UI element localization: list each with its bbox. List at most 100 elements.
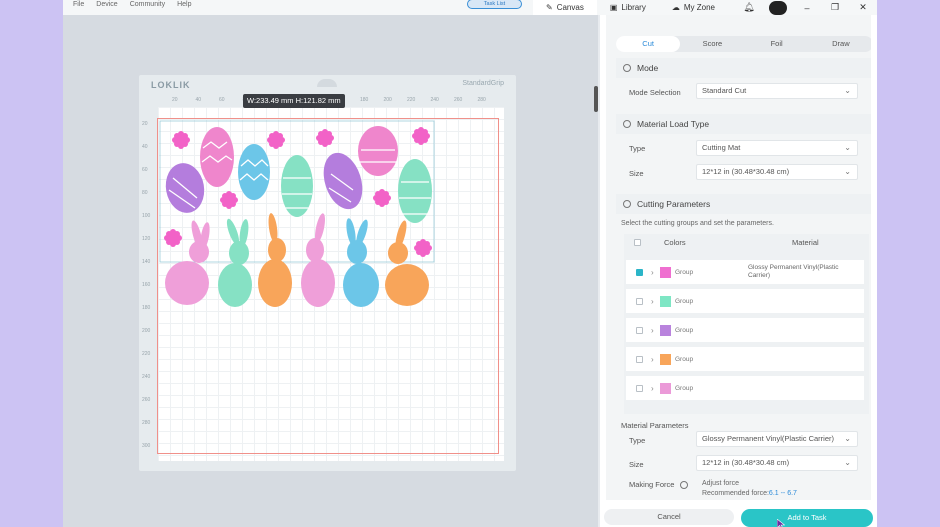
ruler-tick-label: 80 <box>142 190 148 196</box>
flower-3 <box>316 129 334 147</box>
mat-logo: LOKLIK <box>151 80 191 90</box>
panel-scroll-area[interactable]: Cut Score Foil Draw Mode Mode Selection … <box>606 15 871 500</box>
egg-pink-2 <box>358 126 398 176</box>
tab-my-zone-label: My Zone <box>683 3 715 12</box>
tab-my-zone[interactable]: ☁ My Zone <box>659 0 728 15</box>
color-swatch <box>660 295 671 307</box>
group-label: Group <box>675 384 694 392</box>
ruler-tick-label: 20 <box>172 97 178 103</box>
tab-canvas[interactable]: ✎ Canvas <box>533 0 597 15</box>
tab-cut[interactable]: Cut <box>616 36 681 52</box>
table-row[interactable]: › Group Glossy Permanent Vinyl(Plastic C… <box>626 260 864 284</box>
group-label: Group <box>675 268 694 276</box>
ruler-tick-label: 100 <box>142 213 151 219</box>
row-checkbox[interactable] <box>636 297 643 305</box>
avatar[interactable] <box>769 0 787 15</box>
chevron-down-icon: ⌄ <box>844 434 851 443</box>
mp-size-dropdown[interactable]: 12*12 in (30.48*30.48 cm) ⌄ <box>696 455 858 471</box>
row-checkbox[interactable] <box>636 384 643 392</box>
ruler-tick-label: 200 <box>142 328 151 334</box>
select-all-checkbox[interactable] <box>634 239 641 246</box>
tab-score[interactable]: Score <box>680 36 744 52</box>
minimize-icon[interactable]: – <box>793 3 821 13</box>
bell-icon[interactable]: 🔔︎ <box>735 2 763 13</box>
top-bar: File Device Community Help Task List ✎ C… <box>63 0 877 15</box>
bunny-orange <box>258 213 292 307</box>
ruler-tick-label: 40 <box>142 144 148 150</box>
chevron-down-icon: ⌄ <box>844 86 851 95</box>
menu-device[interactable]: Device <box>96 0 117 9</box>
tab-library-label: Library <box>621 3 646 12</box>
load-type-dropdown[interactable]: Cutting Mat ⌄ <box>696 140 858 156</box>
menu-file[interactable]: File <box>73 0 84 9</box>
table-row[interactable]: › Group <box>626 318 864 342</box>
ruler-tick-label: 180 <box>142 305 151 311</box>
main-nav: ✎ Canvas ▣ Library ☁ My Zone <box>533 0 728 15</box>
ruler-tick-label: 160 <box>142 282 151 288</box>
force-recommendation: Adjust force Recommended force:6.1 -- 6.… <box>702 479 797 499</box>
load-size-dropdown[interactable]: 12*12 in (30.48*30.48 cm) ⌄ <box>696 164 858 180</box>
chevron-right-icon[interactable]: › <box>651 297 654 306</box>
cancel-button[interactable]: Cancel <box>604 509 734 525</box>
cutting-groups-table: Colors Material › Group Glossy Permanent… <box>624 234 869 414</box>
ruler-tick-label: 60 <box>219 97 225 103</box>
task-list-button[interactable]: Task List <box>467 0 522 9</box>
mat-brand: StandardGrip <box>462 80 504 87</box>
row-material[interactable]: Glossy Permanent Vinyl(Plastic Carrier) <box>748 264 848 280</box>
col-colors: Colors <box>664 238 686 247</box>
chevron-right-icon[interactable]: › <box>651 384 654 393</box>
mp-size-value: 12*12 in (30.48*30.48 cm) <box>702 458 790 467</box>
load-size-value: 12*12 in (30.48*30.48 cm) <box>702 167 790 176</box>
cutting-parameters-header[interactable]: Cutting Parameters <box>616 194 871 214</box>
material-load-section-header[interactable]: Material Load Type <box>616 114 871 134</box>
recommended-label: Recommended force: <box>702 490 769 497</box>
tab-draw[interactable]: Draw <box>809 36 871 52</box>
menu-community[interactable]: Community <box>130 0 165 9</box>
material-load-title: Material Load Type <box>637 119 710 129</box>
color-swatch <box>660 353 671 365</box>
ruler-tick-label: 240 <box>142 374 151 380</box>
row-checkbox[interactable] <box>636 268 643 276</box>
ruler-tick-label: 280 <box>142 420 151 426</box>
info-icon <box>623 200 631 208</box>
color-swatch <box>660 324 671 336</box>
mat-notch <box>317 79 337 87</box>
tab-canvas-label: Canvas <box>556 3 584 12</box>
row-checkbox[interactable] <box>636 355 643 363</box>
menu-help[interactable]: Help <box>177 0 191 9</box>
chevron-right-icon[interactable]: › <box>651 355 654 364</box>
close-icon[interactable]: ✕ <box>849 2 877 13</box>
mp-type-label: Type <box>629 436 646 445</box>
easter-design[interactable] <box>155 118 440 310</box>
mode-section-header[interactable]: Mode <box>616 58 871 78</box>
table-row[interactable]: › Group <box>626 347 864 371</box>
group-label: Group <box>675 355 694 363</box>
tab-foil[interactable]: Foil <box>745 36 809 52</box>
mp-type-dropdown[interactable]: Glossy Permanent Vinyl(Plastic Carrier) … <box>696 431 858 447</box>
add-to-task-button[interactable]: Add to Task <box>741 509 873 527</box>
chevron-down-icon: ⌄ <box>844 167 851 176</box>
table-row[interactable]: › Group <box>626 376 864 400</box>
table-row[interactable]: › Group <box>626 289 864 313</box>
chevron-right-icon[interactable]: › <box>651 326 654 335</box>
my-zone-icon: ☁ <box>671 3 680 12</box>
adjust-force-label[interactable]: Adjust force <box>702 479 797 489</box>
mode-selection-value: Standard Cut <box>702 86 747 95</box>
restore-icon[interactable]: ❐ <box>821 2 849 13</box>
load-size-label: Size <box>629 169 644 178</box>
group-label: Group <box>675 297 694 305</box>
recommended-range: 6.1 -- 6.7 <box>768 490 797 497</box>
row-checkbox[interactable] <box>636 326 643 334</box>
bunnies <box>165 213 429 307</box>
col-material: Material <box>792 238 819 247</box>
cutting-parameters-title: Cutting Parameters <box>637 199 711 209</box>
mode-tabs: Cut Score Foil Draw <box>616 36 871 52</box>
chevron-right-icon[interactable]: › <box>651 268 654 277</box>
mode-selection-dropdown[interactable]: Standard Cut ⌄ <box>696 83 858 99</box>
info-icon[interactable] <box>679 481 688 490</box>
mouse-cursor-icon <box>777 519 785 527</box>
color-swatch <box>660 266 671 278</box>
ruler-tick-label: 60 <box>142 167 148 173</box>
tab-library[interactable]: ▣ Library <box>597 0 659 15</box>
flower-6 <box>373 189 391 207</box>
